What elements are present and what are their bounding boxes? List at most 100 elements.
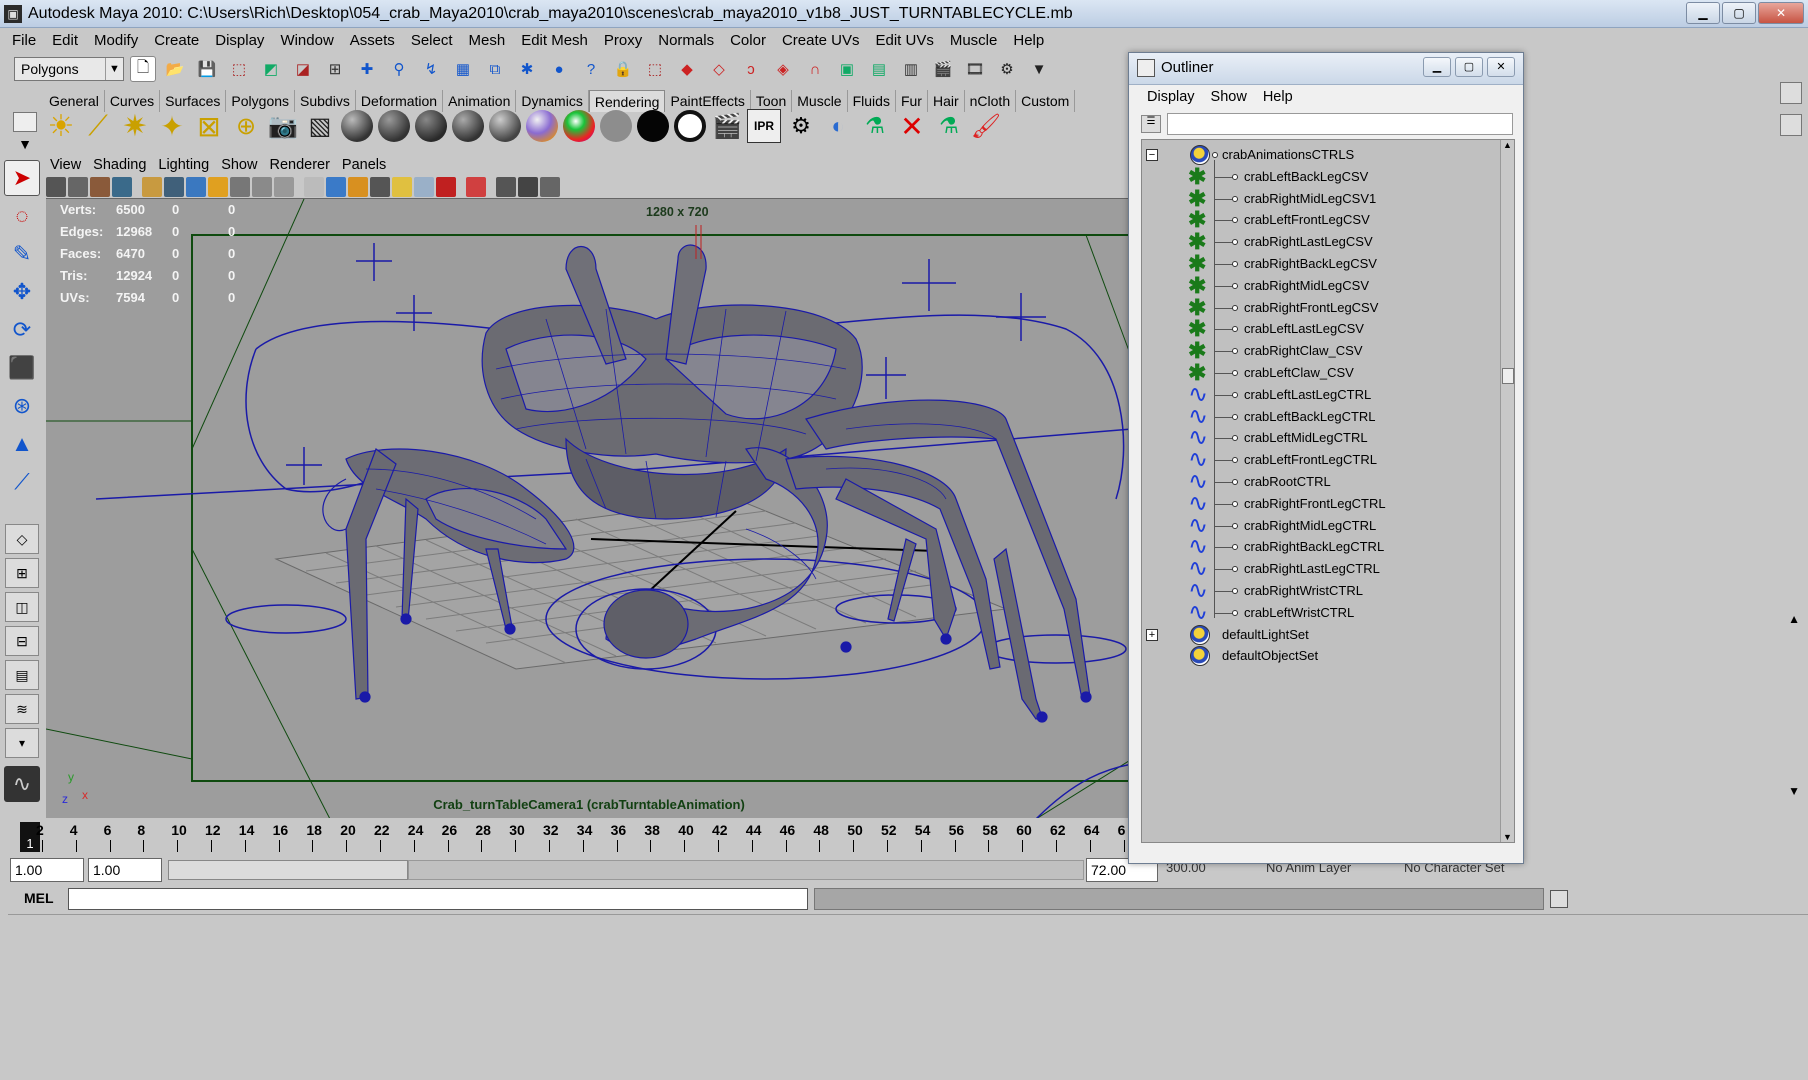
panel-menu-renderer[interactable]: Renderer (263, 157, 335, 173)
playback-start-field[interactable]: 1.00 (88, 858, 162, 882)
outliner-scrollbar[interactable]: ▲ ▼ (1500, 140, 1514, 842)
snap-view-plane-icon[interactable]: ↯ (418, 56, 444, 82)
directional-light-icon[interactable]: ⟋ (81, 109, 115, 143)
close-button[interactable]: ✕ (1758, 2, 1804, 24)
shadow-matte-icon[interactable] (673, 109, 707, 143)
menu-help[interactable]: Help (1005, 32, 1052, 49)
deformations-icon[interactable]: ∩ (802, 56, 828, 82)
outliner-item[interactable]: ✱ crabLeftBackLegCSV (1142, 165, 1498, 188)
panel-menu-view[interactable]: View (44, 157, 87, 173)
wireframe-icon[interactable] (304, 177, 324, 197)
surfaces-icon[interactable]: ◈ (770, 56, 796, 82)
render-view-shelf-icon[interactable]: 🎬 (710, 109, 744, 143)
safe-title-icon[interactable] (274, 177, 294, 197)
maximize-button[interactable]: ▢ (1722, 2, 1756, 24)
persp-outliner-layout-icon[interactable]: ◫ (5, 592, 39, 622)
xray-icon[interactable] (436, 177, 456, 197)
outliner-search-input[interactable] (1167, 113, 1513, 135)
select-tool-icon[interactable]: ➤ (4, 160, 40, 196)
use-background-icon[interactable] (636, 109, 670, 143)
channel-box-icon[interactable] (1780, 82, 1802, 104)
render-current-icon[interactable]: 🎞 (962, 56, 988, 82)
select-by-object-icon[interactable]: ◩ (258, 56, 284, 82)
spot-light-icon[interactable]: ✦ (155, 109, 189, 143)
filter-options-icon[interactable]: ☰ (1141, 115, 1161, 133)
menu-display[interactable]: Display (207, 32, 272, 49)
menu-color[interactable]: Color (722, 32, 774, 49)
four-view-layout-icon[interactable]: ⊞ (5, 558, 39, 588)
lasso-tool-icon[interactable]: ◌ (4, 198, 40, 234)
save-scene-icon[interactable]: 💾 (194, 56, 220, 82)
outliner-item[interactable]: ✱ crabRightBackLegCSV (1142, 253, 1498, 275)
animation-start-field[interactable]: 1.00 (10, 858, 84, 882)
scroll-down-arrow-icon[interactable]: ▼ (1503, 832, 1512, 842)
safe-action-icon[interactable] (252, 177, 272, 197)
menu-assets[interactable]: Assets (342, 32, 403, 49)
outliner-menu-help[interactable]: Help (1255, 89, 1301, 111)
scroll-up-icon[interactable]: ▲ (1788, 612, 1800, 626)
outliner-menu-show[interactable]: Show (1203, 89, 1255, 111)
soft-modification-icon[interactable]: ▲ (4, 426, 40, 462)
persp-graph-layout-icon[interactable]: ⊟ (5, 626, 39, 656)
ipr-shelf-icon[interactable]: IPR (747, 109, 781, 143)
universal-manipulator-icon[interactable]: ⊛ (4, 388, 40, 424)
high-quality-icon[interactable] (496, 177, 516, 197)
hypershade-window-icon[interactable]: ◐ (821, 109, 855, 143)
snap-point-icon[interactable]: ⚲ (386, 56, 412, 82)
show-manipulator-icon[interactable]: ⟋ (4, 464, 40, 500)
menu-file[interactable]: File (4, 32, 44, 49)
camera-attributes-icon[interactable] (68, 177, 88, 197)
minimize-button[interactable]: ▁ (1686, 2, 1720, 24)
camera-icon[interactable]: 📷 (266, 109, 300, 143)
menu-set-dropdown[interactable]: Polygons ▼ (14, 57, 124, 81)
attribute-editor-icon[interactable] (1780, 114, 1802, 136)
lambert-material-icon[interactable] (377, 109, 411, 143)
scroll-down-icon[interactable]: ▼ (1788, 784, 1800, 798)
scroll-up-arrow-icon[interactable]: ▲ (1503, 140, 1512, 150)
hypershade-layout-icon[interactable]: ▤ (5, 660, 39, 690)
menu-create-uvs[interactable]: Create UVs (774, 32, 868, 49)
handles-icon[interactable]: ◆ (674, 56, 700, 82)
ambient-occlusion-icon[interactable] (540, 177, 560, 197)
open-scene-icon[interactable]: 📂 (162, 56, 188, 82)
range-slider-handle[interactable] (168, 860, 408, 880)
ramp-shader-icon[interactable] (562, 109, 596, 143)
volume-light-icon[interactable]: ⊕ (229, 109, 263, 143)
outliner-item[interactable]: defaultObjectSet (1142, 645, 1498, 667)
menu-normals[interactable]: Normals (650, 32, 722, 49)
ipr-icon[interactable]: ● (546, 56, 572, 82)
outliner-item[interactable]: ✱ crabRightClaw_CSV (1142, 340, 1498, 362)
lock-icon[interactable]: 🔒 (610, 56, 636, 82)
render-view-icon[interactable]: 🎬 (930, 56, 956, 82)
menu-create[interactable]: Create (146, 32, 207, 49)
select-by-hierarchy-icon[interactable]: ⬚ (226, 56, 252, 82)
surface-shader-icon[interactable] (599, 109, 633, 143)
snap-grid-icon[interactable]: ⊞ (322, 56, 348, 82)
render-settings-icon[interactable]: ▼ (1026, 56, 1052, 82)
ambient-light-icon[interactable]: ☀ (44, 109, 78, 143)
paint-brush-icon[interactable]: 🖌 (969, 109, 1003, 143)
shadows-icon[interactable] (414, 177, 434, 197)
field-chart-icon[interactable] (230, 177, 250, 197)
textured-icon[interactable] (370, 177, 390, 197)
resolution-gate-icon[interactable] (186, 177, 206, 197)
gate-mask-icon[interactable] (208, 177, 228, 197)
anisotropic-material-icon[interactable] (488, 109, 522, 143)
panel-menu-panels[interactable]: Panels (336, 157, 392, 173)
image-plane-icon[interactable] (112, 177, 132, 197)
collapse-icon[interactable]: − (1146, 149, 1158, 161)
panel-menu-lighting[interactable]: Lighting (152, 157, 215, 173)
paint-select-tool-icon[interactable]: ✎ (4, 236, 40, 272)
expand-icon[interactable]: + (1146, 628, 1158, 641)
show-batch-render-icon[interactable]: ⚗ (932, 109, 966, 143)
scale-tool-icon[interactable]: ⬛ (4, 350, 40, 386)
render-icon[interactable]: ✱ (514, 56, 540, 82)
menu-edit[interactable]: Edit (44, 32, 86, 49)
outliner-close-button[interactable]: ✕ (1487, 57, 1515, 77)
outliner-item[interactable]: ∿ crabLeftWristCTRL (1142, 600, 1498, 624)
outliner-item[interactable]: ✱ crabLeftLastLegCSV (1142, 318, 1498, 340)
graph-editor-layout-icon[interactable]: ≋ (5, 694, 39, 724)
layout-menu-icon[interactable]: ▾ (5, 728, 39, 758)
point-light-icon[interactable]: ✷ (118, 109, 152, 143)
shelf-tab-custom[interactable]: Custom (1016, 90, 1076, 112)
